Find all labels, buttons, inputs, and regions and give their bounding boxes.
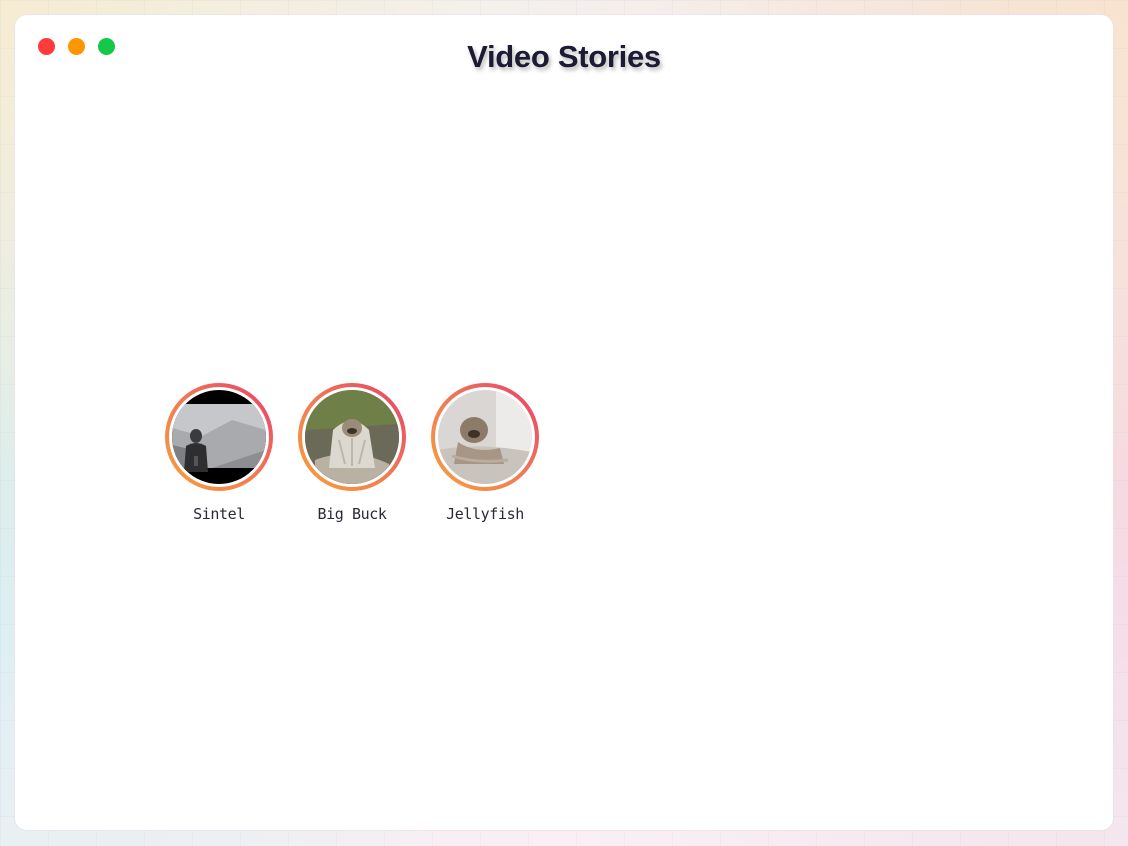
figure-on-ice-thumbnail	[172, 390, 266, 484]
story-item-sintel[interactable]: Sintel	[165, 383, 273, 523]
story-label: Big Buck	[317, 505, 387, 523]
story-label: Jellyfish	[446, 505, 524, 523]
pug-in-blanket-thumbnail	[305, 390, 399, 484]
story-item-jellyfish[interactable]: Jellyfish	[431, 383, 539, 523]
story-ring	[165, 383, 273, 491]
story-item-big-buck[interactable]: Big Buck	[298, 383, 406, 523]
story-ring	[298, 383, 406, 491]
story-label: Sintel	[193, 505, 245, 523]
stories-row: Sintel Big Buck Jellyfish	[165, 383, 539, 523]
page-title: Video Stories	[467, 39, 661, 74]
pug-lying-down-thumbnail	[438, 390, 532, 484]
app-window: Video Stories Sintel Big Buck Jellyfish	[15, 15, 1113, 830]
story-ring	[431, 383, 539, 491]
